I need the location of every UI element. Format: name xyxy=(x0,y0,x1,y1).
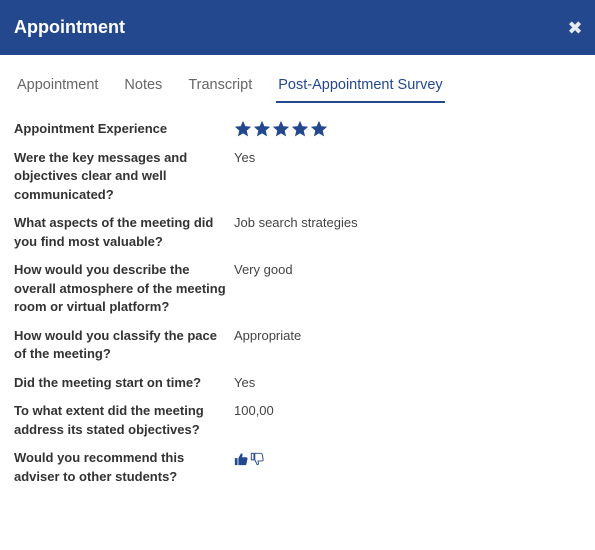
tab-bar: Appointment Notes Transcript Post-Appoin… xyxy=(0,55,595,103)
star-icon xyxy=(253,121,271,137)
survey-answer: Job search strategies xyxy=(234,215,358,230)
survey-question: Were the key messages and objectives cle… xyxy=(14,149,188,202)
tab-transcript[interactable]: Transcript xyxy=(188,77,252,103)
recommend-answer xyxy=(234,449,264,486)
modal-title: Appointment xyxy=(14,17,125,37)
survey-question: Appointment Experience xyxy=(14,121,168,136)
survey-row-experience: Appointment Experience xyxy=(14,120,595,139)
survey-row-recommend: Would you recommend this adviser to othe… xyxy=(14,449,595,486)
survey-row: To what extent did the meeting address i… xyxy=(14,402,595,439)
tab-notes[interactable]: Notes xyxy=(124,77,162,103)
survey-answer: Yes xyxy=(234,149,256,165)
survey-question: How would you classify the pace of the m… xyxy=(14,327,217,362)
survey-row: Were the key messages and objectives cle… xyxy=(14,149,595,205)
star-icon xyxy=(234,121,252,137)
survey-answer: Very good xyxy=(234,262,293,277)
survey-answer: Appropriate xyxy=(234,327,302,343)
star-rating xyxy=(234,120,328,139)
tab-post-appointment-survey[interactable]: Post-Appointment Survey xyxy=(276,77,446,103)
survey-question: What aspects of the meeting did you find… xyxy=(14,215,214,249)
survey-row: How would you describe the overall atmos… xyxy=(14,261,595,317)
survey-row: How would you classify the pace of the m… xyxy=(14,327,595,364)
thumbs-up-icon xyxy=(234,453,248,466)
survey-content: Appointment Experience Were the key mess… xyxy=(0,103,595,486)
close-icon[interactable]: ✖ xyxy=(567,19,583,37)
star-icon xyxy=(310,121,328,137)
survey-row: Did the meeting start on time? Yes xyxy=(14,374,595,393)
tab-appointment[interactable]: Appointment xyxy=(17,77,98,103)
star-icon xyxy=(291,121,309,137)
survey-answer: Yes xyxy=(234,374,256,390)
survey-question: How would you describe the overall atmos… xyxy=(14,262,226,314)
survey-answer: 100,00 xyxy=(234,403,274,418)
thumbs-down-icon xyxy=(250,452,264,466)
survey-row: What aspects of the meeting did you find… xyxy=(14,214,595,251)
survey-question: To what extent did the meeting address i… xyxy=(14,403,204,437)
star-icon xyxy=(272,121,290,137)
modal-header: Appointment ✖ xyxy=(0,0,595,55)
survey-question: Did the meeting start on time? xyxy=(14,374,202,390)
survey-question: Would you recommend this adviser to othe… xyxy=(14,450,185,484)
